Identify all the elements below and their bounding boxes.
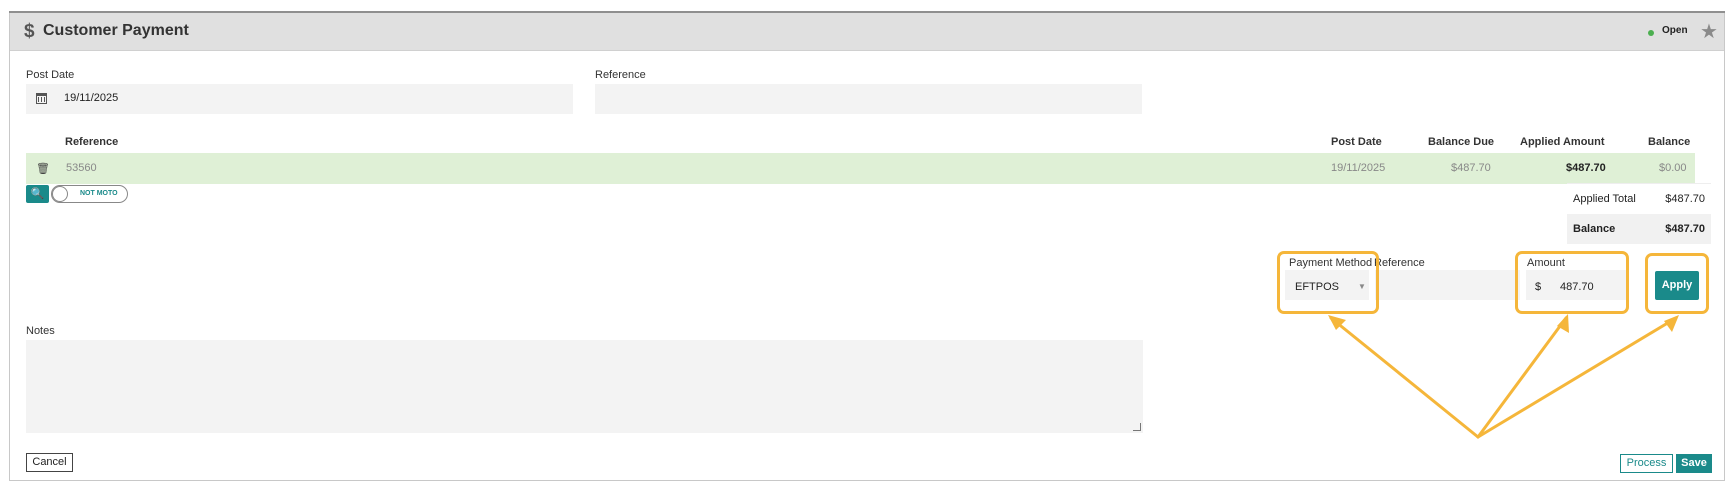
row-applied-amount[interactable]: $487.70 [1566, 162, 1606, 174]
applied-total-label: Applied Total [1573, 193, 1636, 205]
process-button[interactable]: Process [1620, 454, 1673, 473]
reference-label: Reference [595, 69, 646, 81]
payment-reference-label: Reference [1374, 257, 1425, 269]
balance-row: Balance $487.70 [1567, 214, 1711, 244]
trash-icon[interactable]: 🗑 [36, 162, 50, 175]
post-date-field[interactable]: 19/11/2025 [26, 84, 573, 114]
highlight-payment-method [1277, 251, 1379, 314]
panel-header: $ Customer Payment Open ★ [10, 13, 1724, 51]
star-icon[interactable]: ★ [1700, 19, 1718, 44]
notes-label: Notes [26, 325, 55, 337]
row-reference: 53560 [66, 162, 97, 174]
row-post-date: 19/11/2025 [1331, 162, 1386, 174]
row-balance-due: $487.70 [1451, 162, 1491, 174]
table-row[interactable]: 🗑 53560 19/11/2025 $487.70 $487.70 $0.00 [26, 153, 1695, 184]
highlight-amount [1515, 251, 1629, 314]
highlight-apply [1645, 253, 1709, 314]
post-date-label: Post Date [26, 69, 75, 81]
reference-input[interactable] [595, 84, 1142, 114]
col-header-balance: Balance [1648, 136, 1691, 148]
row-balance: $0.00 [1659, 162, 1687, 174]
save-button[interactable]: Save [1676, 454, 1712, 473]
col-header-post-date: Post Date [1331, 136, 1382, 148]
payment-reference-input[interactable] [1375, 270, 1520, 300]
zoom-button[interactable]: 🔍 [26, 185, 49, 203]
totals-summary: Applied Total $487.70 Balance $487.70 [1567, 183, 1711, 244]
notes-textarea[interactable] [26, 340, 1143, 433]
applied-total-row: Applied Total $487.70 [1567, 184, 1711, 214]
toggle-knob [52, 186, 68, 202]
balance-label: Balance [1573, 223, 1616, 235]
status-badge: Open [1662, 25, 1688, 36]
toggle-label: NOT MOTO [80, 190, 118, 197]
moto-toggle[interactable]: NOT MOTO [51, 185, 128, 203]
applied-total-value: $487.70 [1665, 193, 1705, 205]
status-dot-icon [1648, 30, 1654, 36]
col-header-balance-due: Balance Due [1428, 136, 1495, 148]
cancel-button[interactable]: Cancel [26, 453, 73, 472]
col-header-reference: Reference [65, 136, 119, 148]
search-icon: 🔍 [30, 188, 45, 200]
col-header-applied-amount: Applied Amount [1520, 136, 1605, 148]
balance-value: $487.70 [1665, 223, 1705, 235]
resize-handle-icon[interactable] [1133, 423, 1141, 431]
dollar-icon: $ [24, 21, 35, 42]
post-date-value: 19/11/2025 [64, 92, 119, 104]
page-title: Customer Payment [43, 22, 189, 39]
calendar-icon[interactable] [36, 93, 47, 104]
